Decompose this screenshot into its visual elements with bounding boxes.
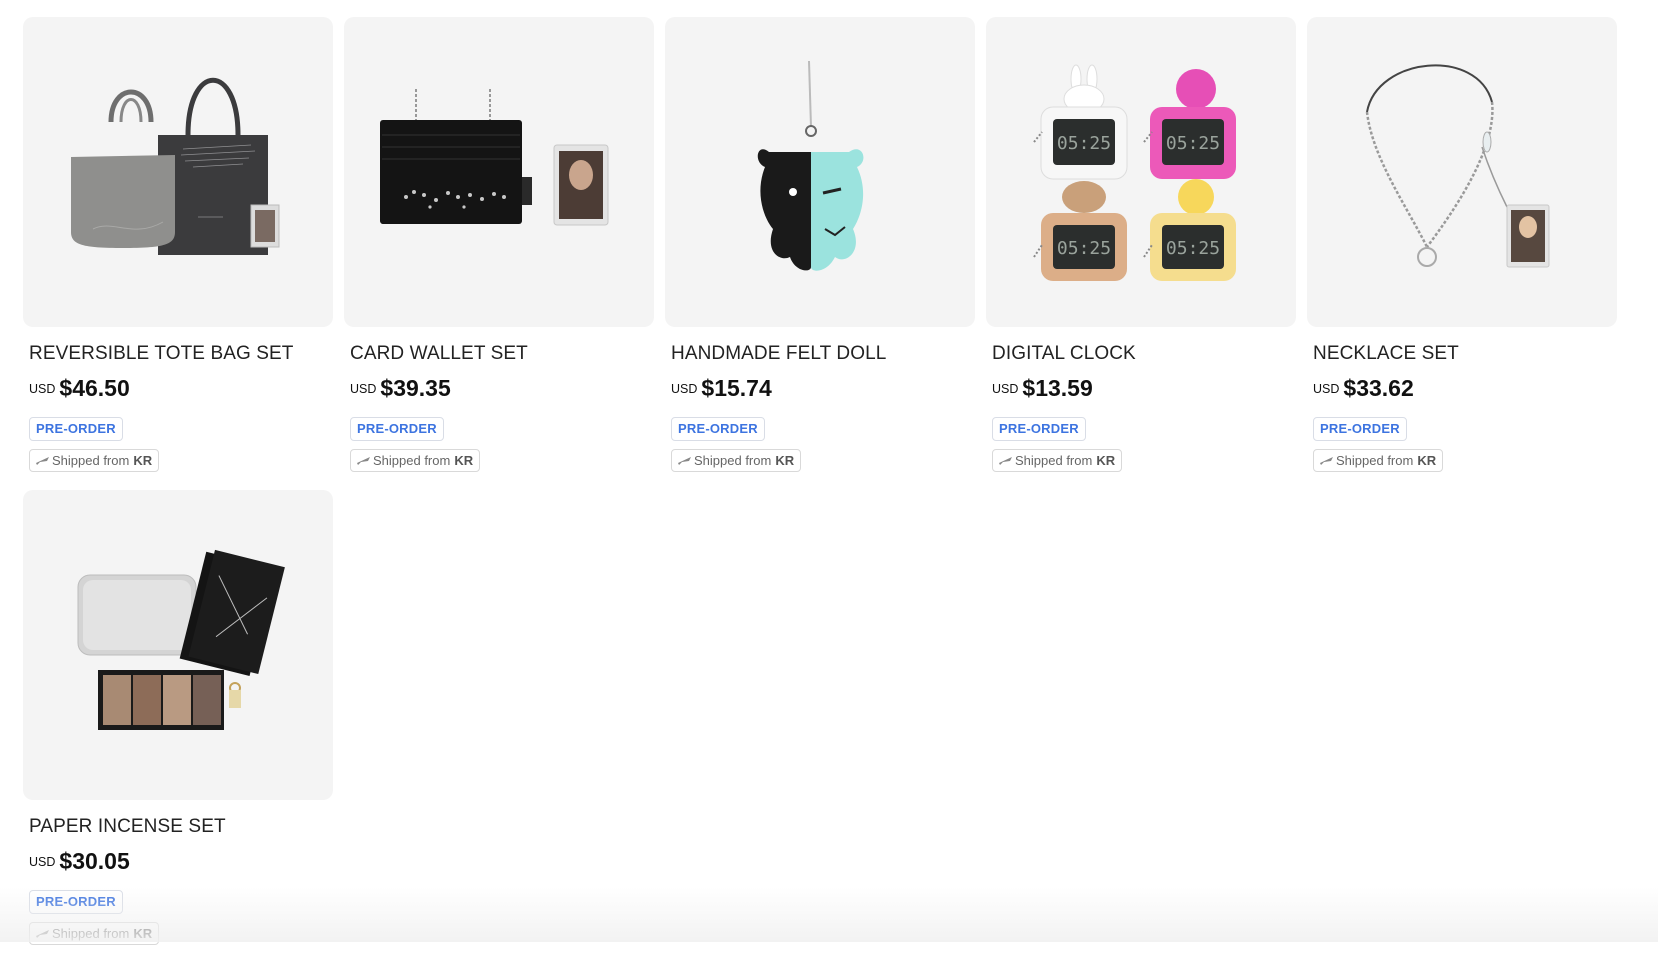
product-image[interactable]	[344, 17, 654, 327]
product-card[interactable]: CARD WALLET SET USD $39.35 PRE-ORDER Shi…	[344, 17, 654, 490]
shipping-badge: Shipped from KR	[29, 449, 159, 472]
product-image[interactable]	[23, 490, 333, 800]
product-title[interactable]: CARD WALLET SET	[350, 343, 654, 365]
necklace-image	[1307, 17, 1617, 327]
preorder-badge: PRE-ORDER	[29, 417, 123, 441]
shipping-label: Shipped from	[52, 451, 129, 470]
price-amount: $33.62	[1343, 375, 1413, 402]
product-card[interactable]: REVERSIBLE TOTE BAG SET USD $46.50 PRE-O…	[23, 17, 333, 490]
shipping-country: KR	[454, 451, 473, 470]
preorder-badge: PRE-ORDER	[29, 890, 123, 914]
product-image[interactable]	[665, 17, 975, 327]
shipping-country: KR	[133, 924, 152, 943]
currency-label: USD	[29, 382, 55, 396]
product-card[interactable]: PAPER INCENSE SET USD $30.05 PRE-ORDER S…	[23, 490, 333, 963]
preorder-badge: PRE-ORDER	[992, 417, 1086, 441]
shipping-label: Shipped from	[52, 924, 129, 943]
product-card[interactable]: NECKLACE SET USD $33.62 PRE-ORDER Shippe…	[1307, 17, 1617, 490]
price: USD $15.74	[671, 375, 975, 403]
shipping-badge: Shipped from KR	[992, 449, 1122, 472]
price-amount: $30.05	[59, 848, 129, 875]
currency-label: USD	[671, 382, 697, 396]
shipping-country: KR	[1417, 451, 1436, 470]
product-card[interactable]: 05:25 05:25 05:25 05:25	[986, 17, 1296, 490]
airplane-icon	[677, 455, 692, 466]
currency-label: USD	[992, 382, 1018, 396]
shipping-country: KR	[133, 451, 152, 470]
price-amount: $13.59	[1022, 375, 1092, 402]
product-card[interactable]: HANDMADE FELT DOLL USD $15.74 PRE-ORDER …	[665, 17, 975, 490]
svg-text:05:25: 05:25	[1057, 238, 1111, 259]
airplane-icon	[35, 928, 50, 939]
currency-label: USD	[350, 382, 376, 396]
svg-text:05:25: 05:25	[1166, 133, 1220, 154]
airplane-icon	[35, 455, 50, 466]
shipping-badge: Shipped from KR	[350, 449, 480, 472]
airplane-icon	[998, 455, 1013, 466]
preorder-badge: PRE-ORDER	[1313, 417, 1407, 441]
product-image[interactable]	[1307, 17, 1617, 327]
shipping-badge: Shipped from KR	[671, 449, 801, 472]
price: USD $33.62	[1313, 375, 1617, 403]
preorder-badge: PRE-ORDER	[671, 417, 765, 441]
shipping-country: KR	[1096, 451, 1115, 470]
card-wallet-image	[344, 17, 654, 327]
price: USD $46.50	[29, 375, 333, 403]
shipping-badge: Shipped from KR	[1313, 449, 1443, 472]
product-grid: REVERSIBLE TOTE BAG SET USD $46.50 PRE-O…	[23, 17, 1617, 963]
currency-label: USD	[29, 855, 55, 869]
shipping-label: Shipped from	[694, 451, 771, 470]
digital-clock-image: 05:25 05:25 05:25 05:25	[986, 17, 1296, 327]
felt-doll-image	[665, 17, 975, 327]
svg-text:05:25: 05:25	[1057, 133, 1111, 154]
product-image[interactable]: 05:25 05:25 05:25 05:25	[986, 17, 1296, 327]
shipping-label: Shipped from	[373, 451, 450, 470]
airplane-icon	[1319, 455, 1334, 466]
preorder-badge: PRE-ORDER	[350, 417, 444, 441]
shipping-country: KR	[775, 451, 794, 470]
currency-label: USD	[1313, 382, 1339, 396]
price: USD $39.35	[350, 375, 654, 403]
price: USD $13.59	[992, 375, 1296, 403]
shipping-label: Shipped from	[1336, 451, 1413, 470]
paper-incense-image	[23, 490, 333, 800]
product-title[interactable]: PAPER INCENSE SET	[29, 816, 333, 838]
svg-text:05:25: 05:25	[1166, 238, 1220, 259]
price-amount: $46.50	[59, 375, 129, 402]
price-amount: $15.74	[701, 375, 771, 402]
shipping-label: Shipped from	[1015, 451, 1092, 470]
product-image[interactable]	[23, 17, 333, 327]
product-title[interactable]: HANDMADE FELT DOLL	[671, 343, 975, 365]
price-amount: $39.35	[380, 375, 450, 402]
product-title[interactable]: NECKLACE SET	[1313, 343, 1617, 365]
price: USD $30.05	[29, 848, 333, 876]
tote-bag-image	[23, 17, 333, 327]
product-title[interactable]: DIGITAL CLOCK	[992, 343, 1296, 365]
product-title[interactable]: REVERSIBLE TOTE BAG SET	[29, 343, 333, 365]
airplane-icon	[356, 455, 371, 466]
